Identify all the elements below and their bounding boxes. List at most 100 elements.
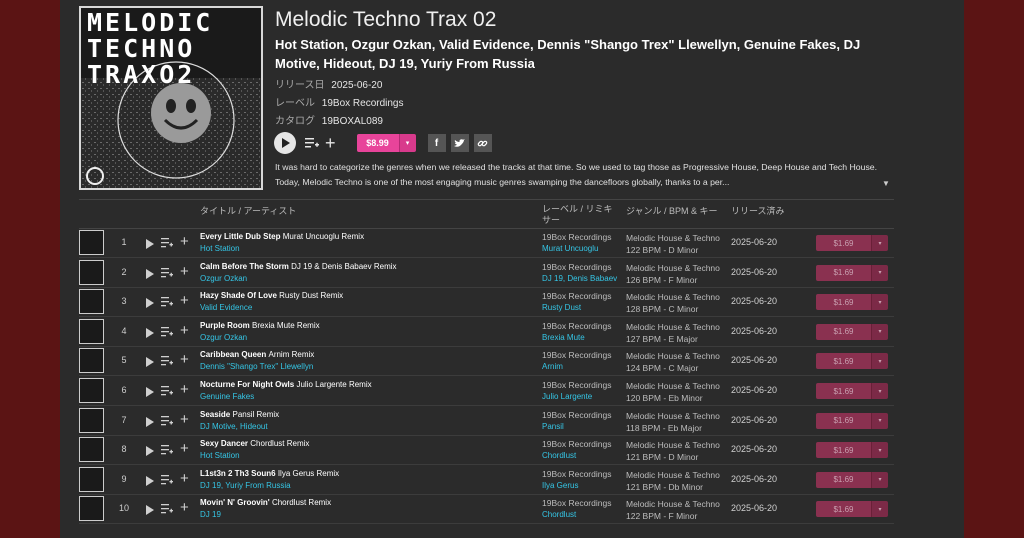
track-genre[interactable]: Melodic House & Techno bbox=[626, 499, 720, 509]
track-mix[interactable]: Murat Uncuoglu Remix bbox=[283, 232, 364, 241]
track-label[interactable]: 19Box Recordings bbox=[542, 380, 611, 390]
track-name[interactable]: Nocturne For Night Owls bbox=[200, 380, 294, 389]
add-to-queue-icon[interactable] bbox=[161, 504, 173, 514]
buy-track-button[interactable]: $1.69 ▾ bbox=[816, 264, 888, 281]
buy-track-button[interactable]: $1.69 ▾ bbox=[816, 442, 888, 459]
track-genre[interactable]: Melodic House & Techno bbox=[626, 381, 720, 391]
buy-release-button[interactable]: $8.99 ▾ bbox=[356, 134, 416, 152]
buy-track-button[interactable]: $1.69 ▾ bbox=[816, 501, 888, 518]
track-artist[interactable]: Hot Station bbox=[200, 451, 240, 460]
track-mix[interactable]: Brexia Mute Remix bbox=[252, 321, 320, 330]
add-to-playlist-button[interactable]: + bbox=[180, 411, 189, 428]
chevron-down-icon[interactable]: ▾ bbox=[871, 264, 888, 281]
track-genre[interactable]: Melodic House & Techno bbox=[626, 233, 720, 243]
track-name[interactable]: Sexy Dancer bbox=[200, 439, 248, 448]
track-name[interactable]: Movin' N' Groovin' bbox=[200, 498, 270, 507]
label-value[interactable]: 19Box Recordings bbox=[322, 98, 404, 109]
expand-description-icon[interactable]: ▼ bbox=[882, 179, 890, 188]
track-name[interactable]: Seaside bbox=[200, 410, 230, 419]
track-name[interactable]: Purple Room bbox=[200, 321, 250, 330]
track-thumbnail[interactable] bbox=[79, 378, 104, 403]
release-artists[interactable]: Hot Station, Ozgur Ozkan, Valid Evidence… bbox=[275, 36, 875, 73]
track-price[interactable]: $1.69 bbox=[816, 353, 871, 370]
track-remixer[interactable]: Chordlust bbox=[542, 510, 576, 519]
buy-track-button[interactable]: $1.69 ▾ bbox=[816, 471, 888, 488]
track-genre[interactable]: Melodic House & Techno bbox=[626, 322, 720, 332]
twitter-share-button[interactable] bbox=[450, 134, 469, 152]
track-remixer[interactable]: Murat Uncuoglu bbox=[542, 244, 598, 253]
add-to-queue-icon[interactable] bbox=[161, 445, 173, 455]
track-remixer[interactable]: DJ 19, Denis Babaev bbox=[542, 274, 617, 283]
track-mix[interactable]: Chordlust Remix bbox=[272, 498, 331, 507]
track-remixer[interactable]: Chordlust bbox=[542, 451, 576, 460]
track-thumbnail[interactable] bbox=[79, 466, 104, 492]
add-to-queue-icon[interactable] bbox=[161, 415, 173, 426]
add-to-queue-icon[interactable] bbox=[161, 238, 173, 248]
album-cover[interactable]: MELODIC TECHNO TRAXO2 bbox=[79, 6, 263, 190]
chevron-down-icon[interactable]: ▾ bbox=[871, 412, 888, 429]
track-name[interactable]: Caribbean Queen bbox=[200, 350, 266, 359]
chevron-down-icon[interactable]: ▾ bbox=[871, 235, 888, 251]
track-thumbnail[interactable] bbox=[79, 289, 104, 315]
add-to-queue-icon[interactable] bbox=[305, 137, 319, 149]
track-artist[interactable]: Dennis "Shango Trex" Llewellyn bbox=[200, 362, 313, 371]
add-to-queue-icon[interactable] bbox=[161, 267, 173, 278]
track-thumbnail[interactable] bbox=[79, 259, 104, 285]
track-artist[interactable]: Ozgur Ozkan bbox=[200, 274, 247, 283]
track-genre[interactable]: Melodic House & Techno bbox=[626, 470, 720, 480]
chevron-down-icon[interactable]: ▾ bbox=[398, 134, 416, 152]
play-all-button[interactable] bbox=[274, 132, 296, 154]
track-artist[interactable]: Genuine Fakes bbox=[200, 392, 254, 401]
track-label[interactable]: 19Box Recordings bbox=[542, 469, 611, 479]
chevron-down-icon[interactable]: ▾ bbox=[871, 442, 888, 459]
track-label[interactable]: 19Box Recordings bbox=[542, 232, 611, 242]
track-row[interactable]: 2 + Calm Before The Storm DJ 19 & Denis … bbox=[79, 259, 894, 288]
track-genre[interactable]: Melodic House & Techno bbox=[626, 440, 720, 450]
track-price[interactable]: $1.69 bbox=[816, 471, 871, 488]
play-icon[interactable] bbox=[146, 268, 154, 279]
add-to-playlist-button[interactable]: + bbox=[180, 292, 189, 309]
track-row[interactable]: 10 + Movin' N' Groovin' Chordlust Remix … bbox=[79, 495, 894, 525]
release-price[interactable]: $8.99 bbox=[356, 134, 399, 152]
track-label[interactable]: 19Box Recordings bbox=[542, 350, 611, 360]
track-price[interactable]: $1.69 bbox=[816, 412, 871, 429]
track-thumbnail[interactable] bbox=[79, 496, 104, 522]
track-price[interactable]: $1.69 bbox=[816, 501, 871, 518]
add-to-playlist-button[interactable]: + bbox=[180, 499, 189, 516]
play-icon[interactable] bbox=[146, 327, 154, 338]
track-title[interactable]: Seaside Pansil Remix bbox=[200, 410, 279, 419]
track-mix[interactable]: Arnim Remix bbox=[268, 350, 314, 359]
buy-track-button[interactable]: $1.69 ▾ bbox=[816, 235, 888, 251]
add-to-playlist-button[interactable]: + bbox=[180, 263, 189, 280]
play-icon[interactable] bbox=[146, 387, 154, 397]
track-name[interactable]: L1st3n 2 Th3 Soun6 bbox=[200, 469, 276, 478]
track-row[interactable]: 1 + Every Little Dub Step Murat Uncuoglu… bbox=[79, 229, 894, 258]
play-icon[interactable] bbox=[146, 475, 154, 486]
add-to-playlist-button[interactable]: + bbox=[180, 233, 189, 250]
facebook-share-button[interactable]: f bbox=[427, 134, 446, 152]
track-row[interactable]: 9 + L1st3n 2 Th3 Soun6 Ilya Gerus Remix … bbox=[79, 466, 894, 495]
col-header-title[interactable]: タイトル / アーティスト bbox=[200, 204, 296, 217]
add-to-playlist-button[interactable]: + bbox=[180, 440, 189, 457]
play-icon[interactable] bbox=[146, 505, 154, 516]
track-artist[interactable]: Valid Evidence bbox=[200, 303, 252, 312]
track-artist[interactable]: Hot Station bbox=[200, 244, 240, 253]
track-thumbnail[interactable] bbox=[79, 437, 104, 463]
track-genre[interactable]: Melodic House & Techno bbox=[626, 292, 720, 302]
col-header-genre[interactable]: ジャンル / BPM & キー bbox=[626, 204, 718, 217]
track-title[interactable]: Purple Room Brexia Mute Remix bbox=[200, 321, 320, 330]
add-to-playlist-button[interactable]: + bbox=[180, 351, 189, 368]
chevron-down-icon[interactable]: ▾ bbox=[871, 353, 888, 370]
add-to-queue-icon[interactable] bbox=[161, 326, 173, 337]
track-name[interactable]: Hazy Shade Of Love bbox=[200, 291, 277, 300]
track-mix[interactable]: Ilya Gerus Remix bbox=[278, 469, 339, 478]
track-remixer[interactable]: Brexia Mute bbox=[542, 333, 585, 342]
chevron-down-icon[interactable]: ▾ bbox=[871, 294, 888, 311]
track-genre[interactable]: Melodic House & Techno bbox=[626, 411, 720, 421]
track-title[interactable]: L1st3n 2 Th3 Soun6 Ilya Gerus Remix bbox=[200, 469, 339, 478]
track-row[interactable]: 7 + Seaside Pansil Remix DJ Motive, Hide… bbox=[79, 407, 894, 436]
track-label[interactable]: 19Box Recordings bbox=[542, 291, 611, 301]
copy-link-button[interactable] bbox=[473, 134, 492, 152]
track-thumbnail[interactable] bbox=[79, 348, 104, 374]
chevron-down-icon[interactable]: ▾ bbox=[871, 383, 888, 399]
